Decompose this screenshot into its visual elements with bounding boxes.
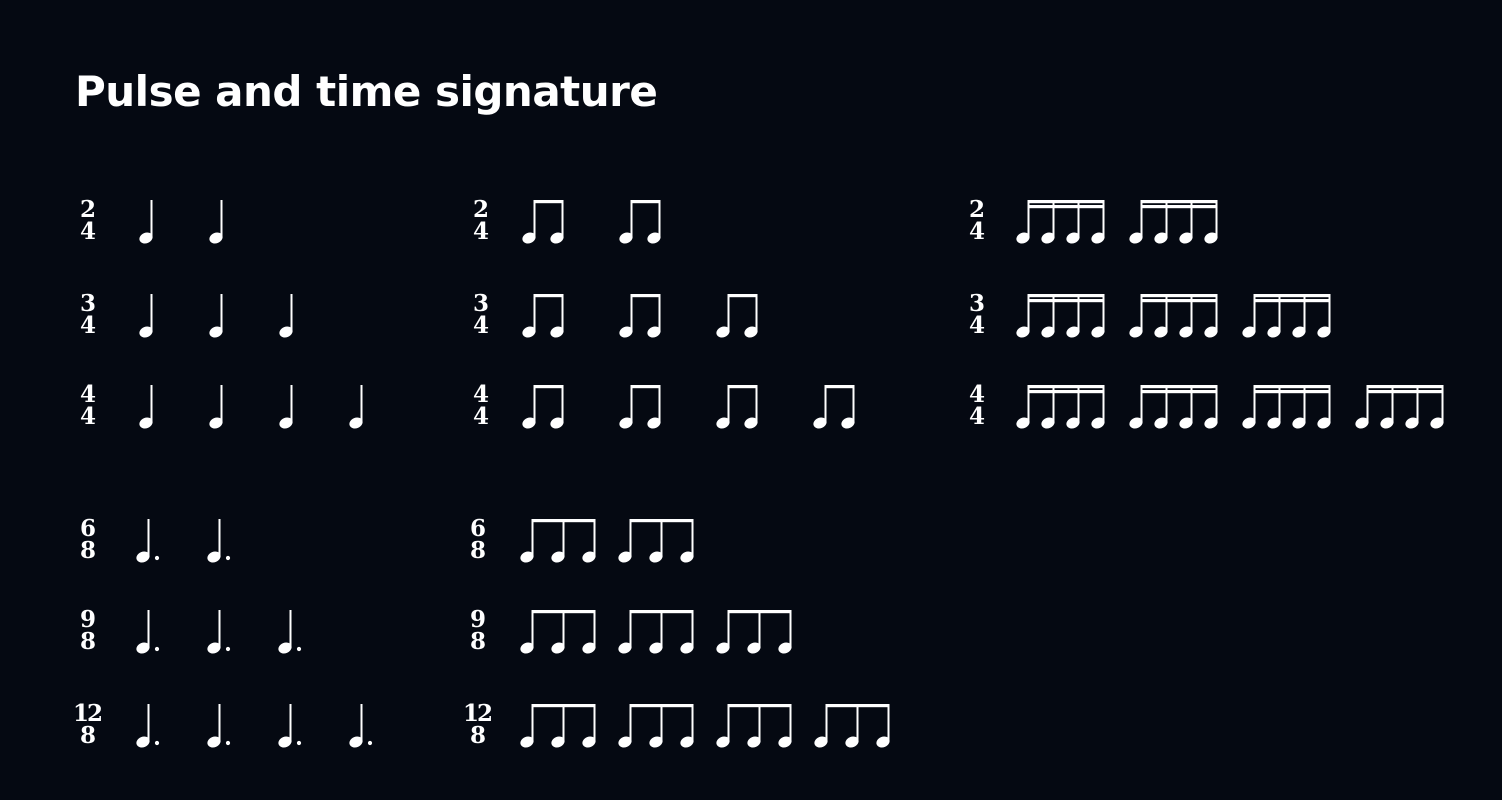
- rhythm-eighths: 128: [463, 700, 890, 749]
- dotted-quarter-note-icon: [207, 519, 231, 563]
- eighth-note-pair-icon: [522, 200, 564, 244]
- time-signature-bottom: 8: [470, 537, 486, 564]
- time-signature: 34: [969, 290, 985, 339]
- time-signature: 24: [969, 196, 985, 245]
- meter-row: 98 98: [80, 606, 792, 655]
- time-signature-bottom: 4: [969, 218, 985, 245]
- meter-row: 68 68: [80, 515, 694, 564]
- rhythm-eighths: 34: [473, 290, 758, 339]
- section-compound-meters: 68 68 98 98 128 128: [73, 515, 890, 749]
- quarter-note-icon: [139, 385, 153, 429]
- eighth-note-triplet-group-icon: [814, 704, 890, 748]
- eighth-note-pair-icon: [813, 385, 855, 429]
- sixteenth-note-group-icon: [1129, 294, 1218, 338]
- meter-row: 444444: [80, 381, 1444, 430]
- meter-row: 34 34 34: [80, 290, 1331, 339]
- rhythm-pulse: 68: [80, 515, 231, 564]
- sixteenth-note-group-icon: [1129, 200, 1218, 244]
- eighth-note-pair-icon: [716, 385, 758, 429]
- sixteenth-note-group-icon: [1242, 294, 1331, 338]
- rhythm-pulse: 44: [80, 381, 363, 430]
- time-signature-bottom: 4: [473, 312, 489, 339]
- quarter-note-icon: [279, 294, 293, 338]
- eighth-note-triplet-group-icon: [716, 610, 792, 654]
- eighth-note-triplet-group-icon: [520, 610, 596, 654]
- dotted-quarter-note-icon: [349, 704, 373, 748]
- time-signature-bottom: 8: [470, 628, 486, 655]
- time-signature: 24: [473, 196, 489, 245]
- time-signature-bottom: 4: [80, 218, 96, 245]
- time-signature: 24: [80, 196, 96, 245]
- time-signature: 44: [473, 381, 489, 430]
- time-signature: 98: [470, 606, 486, 655]
- time-signature: 128: [73, 700, 103, 749]
- dotted-quarter-note-icon: [136, 519, 160, 563]
- time-signature: 34: [80, 290, 96, 339]
- rhythm-chart: 24242434343444444468689898128128: [73, 196, 1444, 749]
- time-signature: 34: [473, 290, 489, 339]
- time-signature-bottom: 8: [470, 722, 486, 749]
- time-signature: 44: [969, 381, 985, 430]
- time-signature-bottom: 8: [80, 628, 96, 655]
- time-signature-bottom: 4: [969, 312, 985, 339]
- sixteenth-note-group-icon: [1129, 385, 1218, 429]
- time-signature-bottom: 4: [473, 403, 489, 430]
- quarter-note-icon: [209, 294, 223, 338]
- time-signature-bottom: 8: [80, 722, 96, 749]
- eighth-note-triplet-group-icon: [618, 610, 694, 654]
- rhythm-sixteenths: 24: [969, 196, 1218, 245]
- sixteenth-note-group-icon: [1242, 385, 1331, 429]
- meter-row: 128 128: [73, 700, 890, 749]
- dotted-quarter-note-icon: [278, 610, 302, 654]
- rhythm-sixteenths: 34: [969, 290, 1331, 339]
- rhythm-pulse: 24: [80, 196, 223, 245]
- eighth-note-triplet-group-icon: [520, 519, 596, 563]
- quarter-note-icon: [349, 385, 363, 429]
- quarter-note-icon: [139, 200, 153, 244]
- rhythm-eighths: 98: [470, 606, 792, 655]
- eighth-note-triplet-group-icon: [618, 519, 694, 563]
- sixteenth-note-group-icon: [1016, 385, 1105, 429]
- rhythm-eighths: 44: [473, 381, 855, 430]
- dotted-quarter-note-icon: [136, 704, 160, 748]
- quarter-note-icon: [209, 385, 223, 429]
- time-signature-bottom: 4: [80, 312, 96, 339]
- sixteenth-note-group-icon: [1016, 200, 1105, 244]
- quarter-note-icon: [139, 294, 153, 338]
- dotted-quarter-note-icon: [207, 610, 231, 654]
- eighth-note-pair-icon: [619, 294, 661, 338]
- time-signature: 98: [80, 606, 96, 655]
- eighth-note-triplet-group-icon: [520, 704, 596, 748]
- time-signature-bottom: 4: [473, 218, 489, 245]
- eighth-note-pair-icon: [522, 294, 564, 338]
- eighth-note-triplet-group-icon: [618, 704, 694, 748]
- sixteenth-note-group-icon: [1355, 385, 1444, 429]
- time-signature-bottom: 8: [80, 537, 96, 564]
- rhythm-eighths: 68: [470, 515, 694, 564]
- sixteenth-note-group-icon: [1016, 294, 1105, 338]
- meter-row: 24 24 24: [80, 196, 1218, 245]
- dotted-quarter-note-icon: [207, 704, 231, 748]
- quarter-note-icon: [279, 385, 293, 429]
- eighth-note-pair-icon: [522, 385, 564, 429]
- eighth-note-triplet-group-icon: [716, 704, 792, 748]
- time-signature-bottom: 4: [969, 403, 985, 430]
- time-signature: 128: [463, 700, 493, 749]
- eighth-note-pair-icon: [716, 294, 758, 338]
- rhythm-sixteenths: 44: [969, 381, 1444, 430]
- time-signature-bottom: 4: [80, 403, 96, 430]
- dotted-quarter-note-icon: [278, 704, 302, 748]
- eighth-note-pair-icon: [619, 385, 661, 429]
- time-signature: 68: [470, 515, 486, 564]
- dotted-quarter-note-icon: [136, 610, 160, 654]
- eighth-note-pair-icon: [619, 200, 661, 244]
- rhythm-pulse: 34: [80, 290, 293, 339]
- time-signature: 44: [80, 381, 96, 430]
- rhythm-pulse: 128: [73, 700, 373, 749]
- section-simple-meters: 242424343434444444: [80, 196, 1444, 430]
- time-signature: 68: [80, 515, 96, 564]
- quarter-note-icon: [209, 200, 223, 244]
- rhythm-eighths: 24: [473, 196, 661, 245]
- rhythm-pulse: 98: [80, 606, 302, 655]
